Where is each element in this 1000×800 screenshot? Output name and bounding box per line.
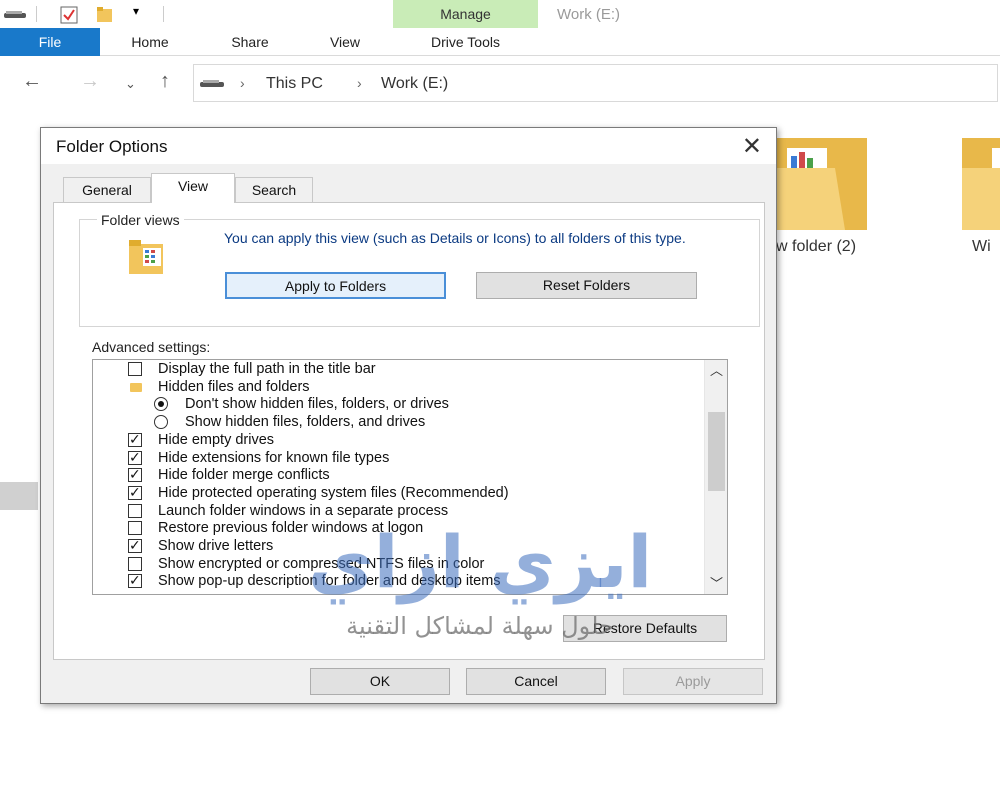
folder-views-description: You can apply this view (such as Details… bbox=[224, 230, 686, 246]
checkbox-checked[interactable] bbox=[128, 431, 142, 449]
breadcrumb-separator[interactable]: › bbox=[357, 75, 362, 91]
setting-radio-row[interactable]: Show hidden files, folders, and drives bbox=[93, 413, 693, 431]
tab-view[interactable]: View bbox=[151, 173, 235, 203]
checkbox-unchecked[interactable] bbox=[128, 556, 142, 571]
breadcrumb-work-drive[interactable]: Work (E:) bbox=[381, 75, 448, 93]
ok-button[interactable]: OK bbox=[310, 668, 450, 695]
folder-label[interactable]: w folder (2) bbox=[776, 238, 856, 256]
setting-checkbox-row[interactable]: Show encrypted or compressed NTFS files … bbox=[93, 555, 693, 573]
close-icon[interactable]: ✕ bbox=[742, 132, 762, 161]
tab-drive-tools[interactable]: Drive Tools bbox=[393, 28, 538, 56]
radio-selected[interactable] bbox=[154, 397, 168, 412]
tab-file[interactable]: File bbox=[0, 28, 100, 56]
dialog-title: Folder Options bbox=[56, 137, 168, 156]
setting-checkbox-row[interactable]: Display the full path in the title bar bbox=[93, 360, 693, 378]
folder-view-icon bbox=[129, 240, 163, 274]
checkbox-unchecked[interactable] bbox=[128, 503, 142, 518]
folder-icon[interactable] bbox=[962, 128, 1000, 233]
scrollbar[interactable]: ︿ ﹀ bbox=[704, 360, 727, 594]
up-arrow-icon[interactable]: ↑ bbox=[160, 70, 170, 93]
apply-to-folders-button[interactable]: Apply to Folders bbox=[225, 272, 446, 299]
advanced-settings-list[interactable]: Display the full path in the title bar Hi… bbox=[92, 359, 728, 595]
drive-icon[interactable] bbox=[4, 10, 28, 20]
setting-label: Restore previous folder windows at logon bbox=[158, 520, 424, 537]
forward-arrow-icon[interactable]: → bbox=[80, 70, 100, 93]
new-folder-icon[interactable] bbox=[96, 6, 114, 24]
scroll-thumb[interactable] bbox=[708, 412, 725, 491]
breadcrumb-this-pc[interactable]: This PC bbox=[266, 75, 323, 93]
setting-checkbox-row[interactable]: Show pop-up description for folder and d… bbox=[93, 572, 693, 590]
scroll-up-chevron-icon[interactable]: ︿ bbox=[710, 360, 723, 379]
dialog-titlebar[interactable]: Folder Options ✕ bbox=[41, 128, 776, 164]
setting-checkbox-row[interactable]: Hide extensions for known file types bbox=[93, 449, 693, 467]
setting-radio-row[interactable]: Don't show hidden files, folders, or dri… bbox=[93, 395, 693, 413]
divider bbox=[163, 6, 164, 22]
checkbox-unchecked[interactable] bbox=[128, 362, 142, 376]
properties-icon[interactable] bbox=[60, 6, 78, 24]
setting-label: Hide extensions for known file types bbox=[158, 449, 390, 466]
setting-label: Hide protected operating system files (R… bbox=[158, 484, 509, 501]
checkbox-checked[interactable] bbox=[128, 466, 142, 484]
folder-icon[interactable] bbox=[775, 128, 870, 233]
setting-checkbox-row[interactable]: Hide protected operating system files (R… bbox=[93, 484, 693, 502]
manage-context-label: Manage bbox=[393, 0, 538, 28]
setting-label: Display the full path in the title bar bbox=[158, 361, 376, 377]
setting-checkbox-row[interactable]: Show drive letters bbox=[93, 537, 693, 555]
reset-folders-button[interactable]: Reset Folders bbox=[476, 272, 697, 299]
setting-label: Show encrypted or compressed NTFS files … bbox=[158, 555, 485, 572]
checkbox-checked[interactable] bbox=[128, 449, 142, 467]
checkbox-checked[interactable] bbox=[128, 484, 142, 502]
setting-group-header: Hidden files and folders bbox=[93, 378, 693, 396]
tab-view[interactable]: View bbox=[310, 28, 380, 56]
checkbox-checked[interactable] bbox=[128, 537, 142, 555]
setting-checkbox-row[interactable]: Hide empty drives bbox=[93, 431, 693, 449]
setting-label: Hidden files and folders bbox=[158, 378, 310, 395]
back-arrow-icon[interactable]: ← bbox=[22, 70, 42, 93]
tab-search[interactable]: Search bbox=[235, 177, 313, 202]
setting-label: Hide empty drives bbox=[158, 431, 275, 448]
folder-options-dialog: Folder Options ✕ General View Search Fol… bbox=[40, 127, 777, 704]
restore-defaults-button[interactable]: Restore Defaults bbox=[563, 615, 727, 642]
window-title: Work (E:) bbox=[557, 6, 621, 23]
quick-access-toolbar: ▾ bbox=[0, 0, 390, 28]
apply-button[interactable]: Apply bbox=[623, 668, 763, 695]
checkbox-checked[interactable] bbox=[128, 572, 142, 590]
setting-label: Show drive letters bbox=[158, 538, 274, 554]
setting-label: Launch folder windows in a separate proc… bbox=[158, 502, 449, 519]
setting-checkbox-row[interactable]: Hide folder merge conflicts bbox=[93, 466, 693, 484]
setting-label: Show hidden files, folders, and drives bbox=[185, 414, 426, 431]
tab-general[interactable]: General bbox=[63, 177, 151, 202]
setting-checkbox-row[interactable]: Launch folder windows in a separate proc… bbox=[93, 502, 693, 520]
breadcrumb-separator[interactable]: › bbox=[240, 75, 245, 91]
recent-locations-chevron-icon[interactable]: ⌄ bbox=[125, 76, 136, 92]
tab-home[interactable]: Home bbox=[115, 28, 185, 56]
tab-share[interactable]: Share bbox=[215, 28, 285, 56]
folder-icon bbox=[130, 382, 142, 392]
setting-checkbox-row[interactable]: Restore previous folder windows at logon bbox=[93, 519, 693, 537]
divider bbox=[36, 6, 37, 22]
setting-label: Don't show hidden files, folders, or dri… bbox=[185, 396, 449, 413]
drive-icon bbox=[200, 80, 224, 87]
setting-label: Hide folder merge conflicts bbox=[158, 467, 330, 484]
cancel-button[interactable]: Cancel bbox=[466, 668, 606, 695]
scroll-area-indicator bbox=[0, 482, 38, 510]
ribbon-tabs: File Home Share View Drive Tools bbox=[0, 28, 1000, 56]
folder-label[interactable]: Wi bbox=[972, 238, 991, 256]
checkbox-unchecked[interactable] bbox=[128, 521, 142, 536]
scroll-down-chevron-icon[interactable]: ﹀ bbox=[710, 573, 723, 592]
setting-label: Show pop-up description for folder and d… bbox=[158, 573, 501, 590]
radio-unselected[interactable] bbox=[154, 415, 168, 430]
advanced-settings-label: Advanced settings: bbox=[92, 339, 211, 355]
folder-views-legend: Folder views bbox=[97, 212, 184, 228]
address-box[interactable]: › This PC › Work (E:) bbox=[193, 64, 998, 102]
customize-qat-chevron-icon[interactable]: ▾ bbox=[133, 4, 139, 18]
